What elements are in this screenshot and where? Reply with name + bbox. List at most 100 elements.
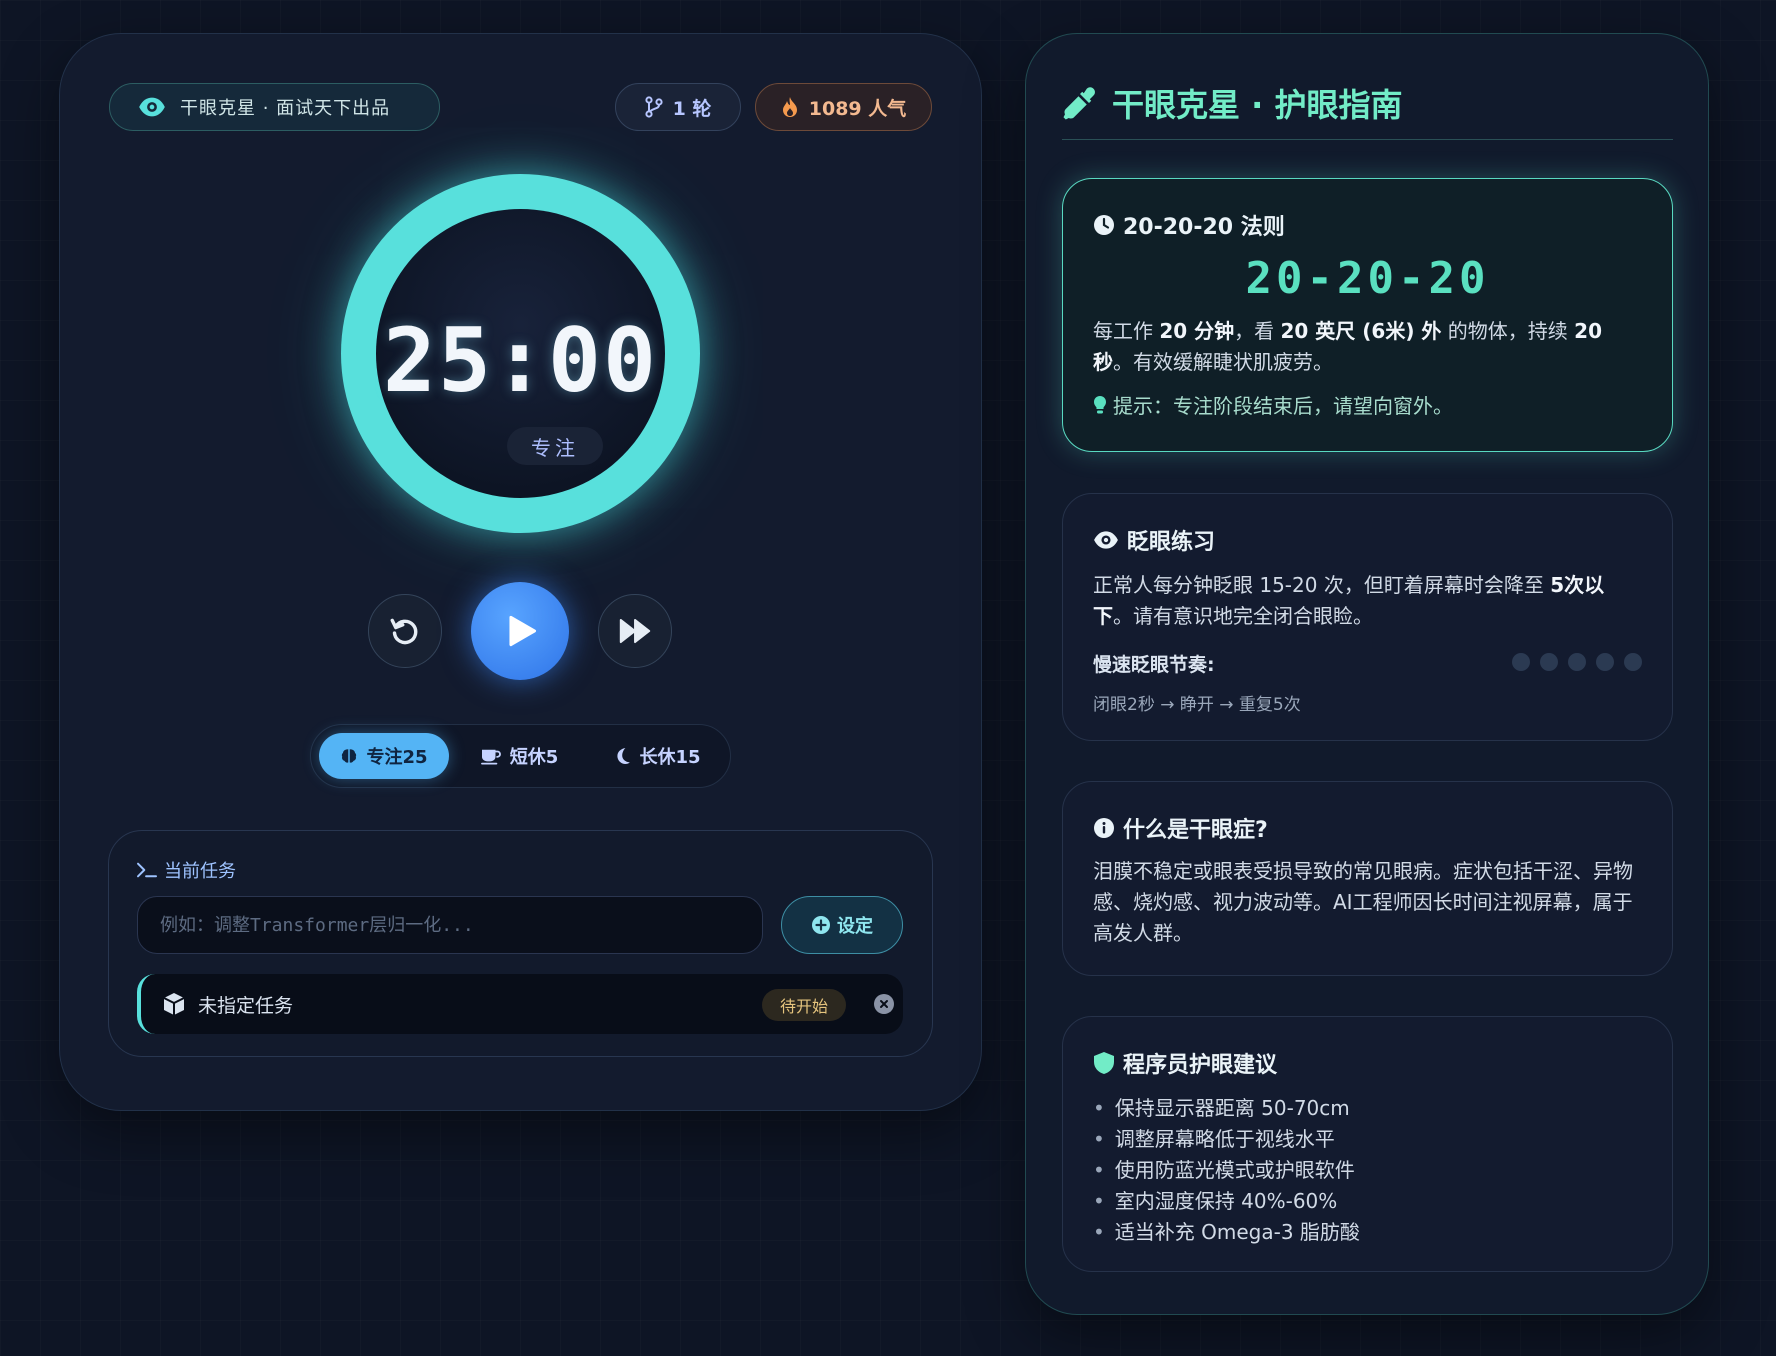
set-task-button[interactable]: 设定	[781, 896, 903, 954]
tab-focus-label: 专注25	[366, 747, 428, 768]
rounds-count: 1 轮	[672, 97, 712, 120]
brand-badge: 干眼克星 · 面试天下出品	[109, 83, 440, 131]
reset-button[interactable]	[368, 594, 442, 668]
dry-eye-card-header: 什么是干眼症?	[1093, 812, 1642, 844]
eyedropper-icon	[1063, 87, 1095, 120]
info-icon	[1094, 818, 1114, 838]
close-icon	[880, 1000, 888, 1008]
rhythm-dot	[1540, 653, 1558, 671]
rule-description: 每工作 20 分钟，看 20 英尺 (6米) 外 的物体，持续 20 秒。有效缓…	[1093, 316, 1642, 378]
moon-icon	[617, 748, 631, 764]
plus-circle-icon	[812, 916, 830, 934]
reset-icon	[390, 618, 418, 645]
eye-icon	[139, 97, 165, 117]
list-item: • 保持显示器距离 50-70cm	[1093, 1093, 1642, 1124]
rule-desc-part: 的物体，持续	[1441, 319, 1575, 343]
cube-icon	[163, 993, 185, 1015]
tab-long-label: 长休15	[639, 747, 701, 768]
task-section-label: 当前任务	[164, 861, 236, 882]
popularity-badge: 1089 人气	[755, 83, 932, 131]
rule-desc-bold: 20 分钟	[1159, 319, 1235, 343]
play-button[interactable]	[471, 582, 569, 680]
fast-forward-icon	[619, 618, 651, 644]
play-icon	[509, 615, 537, 647]
advice-text: 室内湿度保持 40%-60%	[1114, 1189, 1338, 1213]
tab-long-break[interactable]: 长休15	[593, 733, 723, 779]
task-card: 当前任务 设定 未指定任务 待开始	[108, 830, 933, 1057]
remove-task-button[interactable]	[874, 994, 894, 1014]
list-item: • 适当补充 Omega-3 脂肪酸	[1093, 1217, 1642, 1248]
rule-desc-part: ，看	[1234, 319, 1281, 343]
pomodoro-panel: 干眼克星 · 面试天下出品 1 轮 1089 人气 25:00 专注 专注25 …	[59, 33, 982, 1111]
lightbulb-icon	[1094, 395, 1106, 413]
rule-big-text: 20-20-20	[1245, 253, 1490, 304]
timer-display: 25:00	[383, 309, 658, 412]
rule-desc-part: 。有效缓解睫状肌疲劳。	[1113, 350, 1333, 374]
programmer-advice-card: 程序员护眼建议 • 保持显示器距离 50-70cm • 调整屏幕略低于视线水平 • 使…	[1062, 1016, 1673, 1272]
clock-icon	[1094, 215, 1114, 235]
blink-rhythm-row: 慢速眨眼节奏:	[1093, 650, 1642, 676]
eye-icon	[1094, 531, 1118, 549]
advice-text: 调整屏幕略低于视线水平	[1114, 1127, 1335, 1151]
eye-care-guide-panel: 干眼克星 · 护眼指南 20-20-20 法则 20-20-20 每工作 20 …	[1025, 33, 1709, 1315]
rhythm-dot	[1512, 653, 1530, 671]
list-item: • 室内湿度保持 40%-60%	[1093, 1186, 1642, 1217]
guide-title: 干眼克星 · 护眼指南	[1062, 80, 1402, 126]
blink-card-title: 眨眼练习	[1127, 530, 1216, 555]
advice-text: 保持显示器距离 50-70cm	[1114, 1096, 1350, 1120]
rule-card-header: 20-20-20 法则	[1093, 209, 1642, 241]
rule-hint-text: 提示：专注阶段结束后，请望向窗外。	[1113, 394, 1453, 418]
rule-desc-part: 每工作	[1093, 319, 1160, 343]
set-task-label: 设定	[837, 916, 873, 937]
brand-label: 干眼克星 · 面试天下出品	[180, 98, 391, 119]
advice-list: • 保持显示器距离 50-70cm • 调整屏幕略低于视线水平 • 使用防蓝光模式或护…	[1093, 1093, 1642, 1248]
guide-title-text: 干眼克星 · 护眼指南	[1112, 86, 1403, 124]
blink-exercise-card: 眨眼练习 正常人每分钟眨眼 15-20 次，但盯着屏幕时会降至 5次以下。请有意…	[1062, 493, 1673, 741]
list-item: • 使用防蓝光模式或护眼软件	[1093, 1155, 1642, 1186]
advice-text: 使用防蓝光模式或护眼软件	[1114, 1158, 1355, 1182]
coffee-icon	[480, 749, 501, 765]
task-input[interactable]	[137, 896, 763, 954]
timer-face: 25:00 专注	[376, 209, 665, 498]
current-task-name: 未指定任务	[198, 995, 294, 1017]
timer-mode-label: 专注	[507, 427, 603, 465]
tab-short-label: 短休5	[509, 747, 559, 768]
rule-desc-bold: 20 英尺 (6米) 外	[1280, 319, 1442, 343]
advice-text: 适当补充 Omega-3 脂肪酸	[1114, 1220, 1360, 1244]
branch-icon	[644, 96, 663, 118]
blink-description: 正常人每分钟眨眼 15-20 次，但盯着屏幕时会降至 5次以下。请有意识地完全闭…	[1093, 570, 1642, 632]
blink-rhythm-dots	[1512, 653, 1642, 671]
rhythm-dot	[1596, 653, 1614, 671]
rule-hint: 提示：专注阶段结束后，请望向窗外。	[1093, 390, 1642, 419]
rounds-badge: 1 轮	[615, 83, 741, 131]
brain-icon	[342, 749, 357, 763]
current-task-row: 未指定任务 待开始	[137, 974, 903, 1034]
terminal-icon	[137, 862, 157, 878]
timer-ring: 25:00 专注	[341, 174, 700, 533]
blink-desc-part: 正常人每分钟眨眼 15-20 次，但盯着屏幕时会降至	[1093, 573, 1551, 597]
rule-card-title: 20-20-20 法则	[1123, 215, 1285, 240]
mode-switcher: 专注25 短休5 长休15	[310, 724, 731, 788]
tab-short-break[interactable]: 短休5	[454, 733, 584, 779]
blink-rhythm-instructions: 闭眼2秒 → 睁开 → 重复5次	[1093, 695, 1301, 715]
dry-eye-info-card: 什么是干眼症? 泪膜不稳定或眼表受损导致的常见眼病。症状包括干涩、异物感、烧灼感…	[1062, 781, 1673, 976]
dry-eye-card-title: 什么是干眼症?	[1123, 818, 1268, 843]
task-status-badge: 待开始	[762, 989, 846, 1021]
tab-focus[interactable]: 专注25	[319, 733, 449, 779]
blink-card-header: 眨眼练习	[1093, 524, 1642, 556]
blink-rhythm-label: 慢速眨眼节奏:	[1093, 654, 1215, 676]
rhythm-dot	[1568, 653, 1586, 671]
rhythm-dot	[1624, 653, 1642, 671]
blink-desc-part: 。请有意识地完全闭合眼睑。	[1113, 604, 1373, 628]
shield-icon	[1094, 1052, 1114, 1074]
task-section-title: 当前任务	[136, 857, 236, 883]
rule-20-20-20-card: 20-20-20 法则 20-20-20 每工作 20 分钟，看 20 英尺 (…	[1062, 178, 1673, 452]
dry-eye-description: 泪膜不稳定或眼表受损导致的常见眼病。症状包括干涩、异物感、烧灼感、视力波动等。A…	[1093, 859, 1633, 945]
title-divider	[1062, 139, 1673, 140]
skip-button[interactable]	[598, 594, 672, 668]
list-item: • 调整屏幕略低于视线水平	[1093, 1124, 1642, 1155]
popularity-count: 1089 人气	[808, 97, 907, 120]
flame-icon	[782, 97, 797, 117]
advice-card-header: 程序员护眼建议	[1093, 1047, 1642, 1079]
advice-card-title: 程序员护眼建议	[1123, 1053, 1278, 1078]
